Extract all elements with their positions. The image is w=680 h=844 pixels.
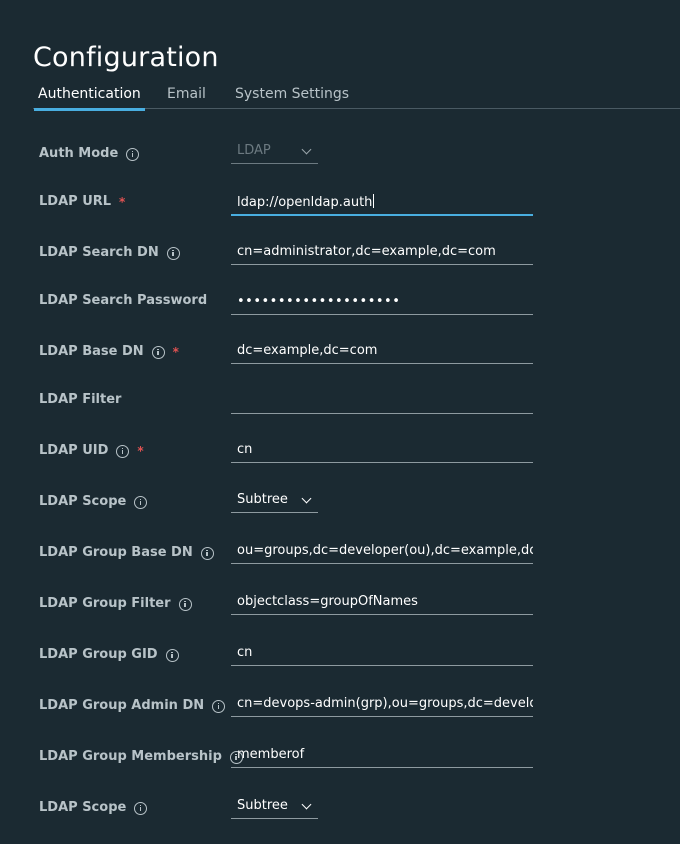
ldap-group-membership-label-text: LDAP Group Membership [39,749,222,764]
ldap-url-input[interactable]: ldap://openldap.auth [231,192,533,216]
ldap-group-filter-label: LDAP Group Filter [39,594,192,614]
ldap-group-admin-dn-input[interactable]: cn=devops-admin(grp),ou=groups,dc=develo… [231,693,533,717]
ldap-search-dn-input[interactable]: cn=administrator,dc=example,dc=com [231,241,533,265]
ldap-uid-label-text: LDAP UID [39,443,109,458]
chevron-down-icon [301,493,312,504]
ldap-scope-select[interactable]: Subtree [231,489,318,513]
info-icon[interactable] [178,597,192,611]
chevron-down-icon [301,144,312,155]
ldap-url-value: ldap://openldap.auth [237,195,373,210]
ldap-group-filter-label-text: LDAP Group Filter [39,596,171,611]
info-icon[interactable] [200,546,214,560]
page-title: Configuration [33,42,219,73]
ldap-url-label: LDAP URL * [39,192,125,212]
required-marker: * [119,195,126,209]
ldap-search-password-value: •••••••••••••••••••• [237,294,401,309]
auth-mode-select: LDAP [231,140,318,164]
ldap-group-scope-label-text: LDAP Scope [39,800,127,815]
ldap-group-scope-value: Subtree [237,798,288,813]
info-icon[interactable] [212,699,226,713]
ldap-group-admin-dn-label: LDAP Group Admin DN [39,696,226,716]
ldap-group-admin-dn-value: cn=devops-admin(grp),ou=groups,dc=develo… [237,696,533,711]
ldap-url-label-text: LDAP URL [39,194,112,209]
ldap-group-gid-input[interactable]: cn [231,642,533,666]
ldap-base-dn-value: dc=example,dc=com [237,343,378,358]
ldap-search-password-label-text: LDAP Search Password [39,293,208,308]
ldap-search-password-label: LDAP Search Password [39,291,207,311]
ldap-group-membership-label: LDAP Group Membership [39,747,243,767]
ldap-search-dn-value: cn=administrator,dc=example,dc=com [237,244,496,259]
tab-authentication[interactable]: Authentication [34,84,145,111]
ldap-group-filter-input[interactable]: objectclass=groupOfNames [231,591,533,615]
info-icon[interactable] [166,246,180,260]
ldap-group-base-dn-label-text: LDAP Group Base DN [39,545,193,560]
ldap-uid-input[interactable]: cn [231,439,533,463]
ldap-group-scope-select[interactable]: Subtree [231,795,318,819]
auth-mode-label: Auth Mode [39,144,140,164]
ldap-base-dn-label-text: LDAP Base DN [39,344,144,359]
info-icon[interactable] [151,345,165,359]
tab-email[interactable]: Email [167,84,206,104]
chevron-down-icon [301,799,312,810]
ldap-filter-label: LDAP Filter [39,390,121,410]
text-caret [373,194,375,208]
ldap-uid-value: cn [237,442,253,457]
ldap-scope-label-text: LDAP Scope [39,494,127,509]
tab-bar: Authentication Email System Settings [0,80,680,111]
ldap-base-dn-label: LDAP Base DN * [39,342,179,362]
info-icon[interactable] [134,801,148,815]
configuration-page: Configuration Authentication Email Syste… [0,0,680,844]
info-icon[interactable] [165,648,179,662]
ldap-group-filter-value: objectclass=groupOfNames [237,594,418,609]
ldap-group-admin-dn-label-text: LDAP Group Admin DN [39,698,205,713]
ldap-base-dn-input[interactable]: dc=example,dc=com [231,340,533,364]
auth-mode-label-text: Auth Mode [39,146,119,161]
required-marker: * [172,345,179,359]
ldap-group-scope-label: LDAP Scope [39,798,148,818]
info-icon[interactable] [134,495,148,509]
ldap-group-membership-input[interactable]: memberof [231,744,533,768]
required-marker: * [137,444,144,458]
ldap-group-membership-value: memberof [237,747,305,762]
ldap-uid-label: LDAP UID * [39,441,144,461]
ldap-group-base-dn-label: LDAP Group Base DN [39,543,214,563]
auth-mode-value: LDAP [237,143,271,158]
ldap-scope-label: LDAP Scope [39,492,148,512]
ldap-search-dn-label-text: LDAP Search DN [39,245,159,260]
tab-system-settings[interactable]: System Settings [235,84,349,104]
ldap-group-gid-label-text: LDAP Group GID [39,647,158,662]
ldap-search-password-input[interactable]: •••••••••••••••••••• [231,291,533,315]
info-icon[interactable] [126,147,140,161]
info-icon[interactable] [116,444,130,458]
ldap-scope-value: Subtree [237,492,288,507]
ldap-search-dn-label: LDAP Search DN [39,243,180,263]
ldap-filter-input[interactable] [231,390,533,414]
ldap-filter-label-text: LDAP Filter [39,392,122,407]
ldap-group-base-dn-input[interactable]: ou=groups,dc=developer(ou),dc=example,dc… [231,540,533,564]
ldap-group-base-dn-value: ou=groups,dc=developer(ou),dc=example,dc… [237,543,533,558]
ldap-group-gid-value: cn [237,645,253,660]
ldap-group-gid-label: LDAP Group GID [39,645,179,665]
